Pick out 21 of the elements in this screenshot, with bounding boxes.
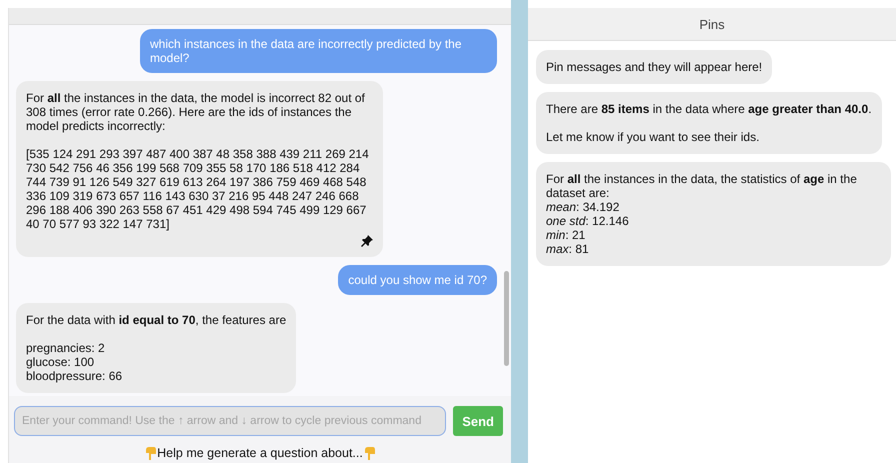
message-text: which instances in the data are incorrectly predicted by the model? (150, 37, 463, 65)
message-text: could you show me id 70? (348, 273, 487, 287)
message-text: pregnancies: 2 (26, 341, 106, 355)
message-text: [535 124 291 293 397 487 400 387 48 358 388 439 211 269 214 730 542 756 46 356 199 568 709 355 58 170 186 518 412 284 744 739 91 126 549 327 619 613 264 197 386 759 469 468 548 336 109 319 673 657 116 143 630 37 216 95 448 247 246 668 296 188 406 390 263 558 67 451 429 498 594 745 499 129 667 40 70 577 93 322 147 731] (26, 147, 370, 231)
message-text: max: 81 (546, 242, 590, 256)
message-text: For the data with id equal to 70, the features are (26, 313, 286, 327)
message-text: Pin messages and they will appear here! (546, 60, 762, 74)
scrollbar-thumb[interactable] (504, 271, 509, 366)
message-text: Let me know if you want to see their ids. (546, 130, 760, 144)
message-text: bloodpressure: 66 (26, 369, 124, 383)
message-text: min: 21 (546, 228, 586, 242)
command-input-field[interactable]: Enter your command! Use the ↑ arrow and ↓ arrow to cycle previous command (14, 406, 446, 436)
pin-icon[interactable] (361, 235, 373, 247)
message-text: For all the instances in the data, the model is incorrect 82 out of 308 times (error rate 0.266). Here are the ids of instances the model predicts incorrectly: (26, 91, 366, 133)
generate-question-button[interactable]: Help me generate a question about... (157, 446, 363, 460)
message-text: For all the instances in the data, the statistics of age in the dataset are: (546, 172, 858, 200)
pins-title: Pins (528, 8, 896, 41)
message-text: glucose: 100 (26, 355, 96, 369)
message-text: mean: 34.192 (546, 200, 620, 214)
message-text: one std: 12.146 (546, 214, 630, 228)
message-text: There are 85 items in the data where age greater than 40.0. (546, 102, 872, 116)
